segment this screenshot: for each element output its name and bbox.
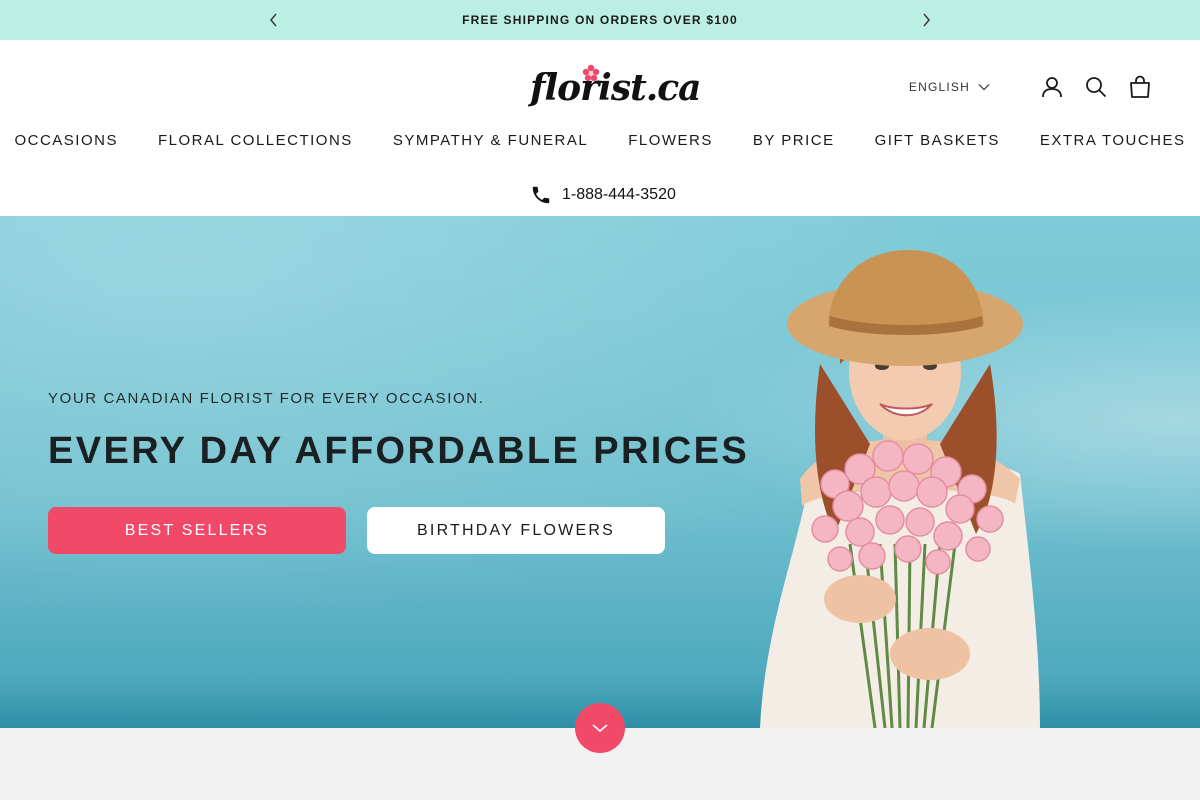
chevron-down-icon bbox=[592, 724, 608, 733]
chevron-left-icon[interactable] bbox=[264, 10, 284, 30]
nav-item-floral-collections[interactable]: FLORAL COLLECTIONS bbox=[138, 132, 373, 149]
phone-link[interactable]: 1-888-444-3520 bbox=[530, 184, 676, 206]
nav-item-gift-baskets[interactable]: GIFT BASKETS bbox=[855, 132, 1020, 149]
nav-item-sympathy-funeral[interactable]: SYMPATHY & FUNERAL bbox=[373, 132, 608, 149]
hero-image bbox=[760, 250, 1040, 728]
language-label: ENGLISH bbox=[908, 80, 970, 94]
site-header: florist.ca ENGLISH OCCASIONS FLORAL COLL… bbox=[0, 40, 1200, 216]
phone-number: 1-888-444-3520 bbox=[562, 186, 676, 203]
header-tools: ENGLISH bbox=[909, 74, 1152, 100]
nav-item-flowers[interactable]: FLOWERS bbox=[608, 132, 733, 149]
cart-icon[interactable] bbox=[1128, 74, 1152, 100]
best-sellers-button[interactable]: BEST SELLERS bbox=[48, 507, 346, 554]
nav-item-extra-touches[interactable]: EXTRA TOUCHES bbox=[1020, 132, 1200, 149]
logo[interactable]: florist.ca bbox=[530, 64, 701, 112]
nav-item-occasions[interactable]: OCCASIONS bbox=[0, 132, 138, 149]
hero-title: EVERY DAY AFFORDABLE PRICES bbox=[48, 430, 750, 472]
hero-banner: YOUR CANADIAN FLORIST FOR EVERY OCCASION… bbox=[0, 216, 1200, 728]
birthday-flowers-button[interactable]: BIRTHDAY FLOWERS bbox=[367, 507, 665, 554]
language-selector[interactable]: ENGLISH bbox=[909, 80, 990, 94]
flower-icon bbox=[582, 64, 600, 82]
main-navigation: OCCASIONS FLORAL COLLECTIONS SYMPATHY & … bbox=[0, 132, 1200, 149]
phone-icon bbox=[532, 186, 550, 204]
logo-text: florist.ca bbox=[530, 67, 701, 109]
scroll-down-button[interactable] bbox=[575, 703, 625, 753]
hero-subtitle: YOUR CANADIAN FLORIST FOR EVERY OCCASION… bbox=[48, 390, 485, 407]
chevron-right-icon[interactable] bbox=[916, 10, 936, 30]
account-icon[interactable] bbox=[1040, 74, 1064, 100]
nav-item-by-price[interactable]: BY PRICE bbox=[733, 132, 855, 149]
announcement-bar: FREE SHIPPING ON ORDERS OVER $100 bbox=[0, 0, 1200, 40]
search-icon[interactable] bbox=[1084, 74, 1108, 100]
announcement-text: FREE SHIPPING ON ORDERS OVER $100 bbox=[462, 13, 738, 27]
chevron-down-icon bbox=[978, 84, 990, 91]
